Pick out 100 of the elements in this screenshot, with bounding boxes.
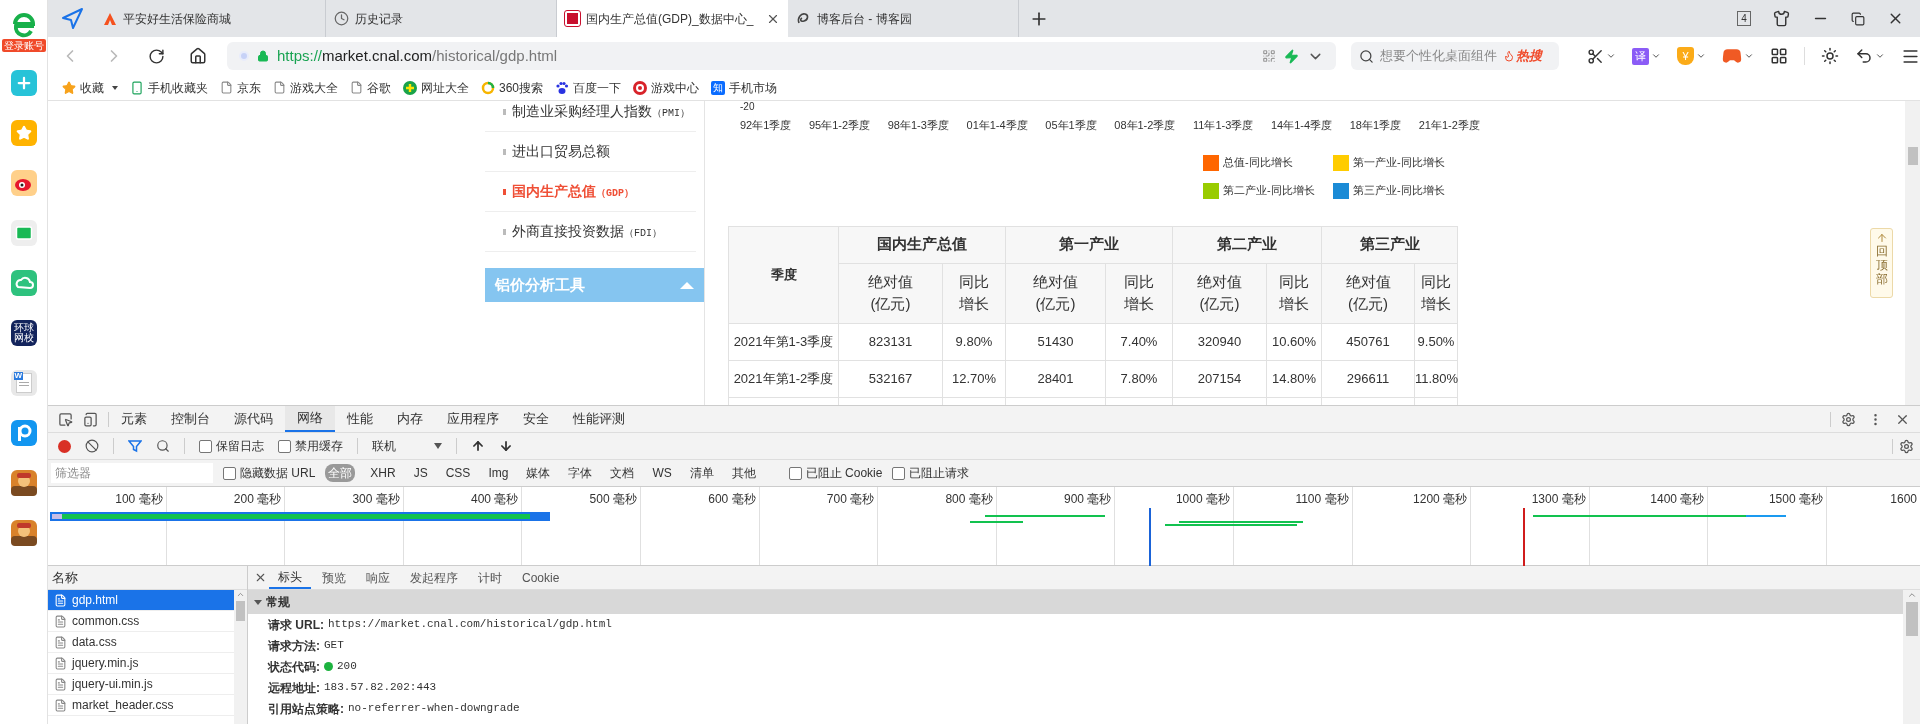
mail-icon[interactable] [10,220,37,246]
grid-icon[interactable] [1770,47,1788,65]
restore-icon[interactable] [1851,11,1865,26]
import-icon[interactable] [471,439,485,453]
settings-icon[interactable] [1841,411,1856,427]
detail-tab[interactable]: 响应 [357,566,399,589]
request-row[interactable]: jquery.min.js [48,653,234,674]
devtools-tab[interactable]: 源代码 [222,406,285,432]
detail-tab[interactable]: 发起程序 [401,566,467,589]
tab-count[interactable]: 4 [1737,11,1751,26]
clear-icon[interactable] [85,439,99,453]
login-label[interactable]: 登录账号 [1,39,46,52]
reload-icon[interactable] [148,47,165,65]
checkbox[interactable] [199,439,212,453]
type-filter[interactable]: Img [485,464,512,482]
devtools-tab[interactable]: 内存 [385,406,435,432]
devtools-tab[interactable]: 性能评测 [561,406,637,432]
devtools-tab[interactable]: 安全 [511,406,561,432]
scissors-icon[interactable] [1587,47,1604,65]
device-icon[interactable] [83,411,98,427]
filter-field[interactable]: 筛选器 [51,463,213,483]
detail-tab[interactable]: 计时 [469,566,511,589]
flame-icon [1503,50,1516,62]
back-to-top-button[interactable]: 回顶部 [1870,228,1893,298]
bookmark[interactable]: 游戏中心 [633,78,700,97]
type-filter[interactable]: WS [649,464,675,482]
qr-code-icon[interactable] [1262,49,1277,63]
request-row[interactable]: common.css [48,611,234,632]
scrollbar-thumb[interactable] [236,601,245,621]
request-row[interactable]: jquery-ui.min.js [48,674,234,695]
translate-button[interactable]: 译 [1632,47,1649,65]
brightness-icon[interactable] [1821,47,1839,65]
caret-icon[interactable] [1696,51,1706,61]
type-filter[interactable]: CSS [442,464,474,482]
nav-item[interactable]: 外商直接投资数据（FDI） [485,212,696,252]
navigation-icon[interactable] [59,6,84,31]
export-icon[interactable] [499,439,513,453]
eye-icon[interactable] [10,170,37,196]
checkbox[interactable] [278,439,291,453]
devtools-tab[interactable]: 网络 [285,406,335,432]
undo-icon[interactable] [1855,47,1873,65]
caret-icon[interactable] [1651,51,1661,61]
type-filter[interactable]: 清单 [686,464,717,482]
devtools-tab[interactable]: 元素 [109,406,159,432]
document-icon[interactable]: W [10,370,37,396]
nav-item[interactable]: 制造业采购经理人指数（PMI） [485,101,696,132]
gamepad-icon[interactable] [1722,46,1742,66]
shirt-icon[interactable] [1773,10,1790,27]
home-icon[interactable] [189,47,207,65]
caret-icon[interactable] [1606,51,1616,61]
devtools-tab[interactable]: 控制台 [159,406,222,432]
devtools-tab[interactable]: 性能 [335,406,385,432]
cloud-icon[interactable] [10,270,37,296]
type-filter[interactable]: XHR [367,464,399,482]
bookmark[interactable]: 网址大全 [403,78,469,97]
nav-item[interactable]: 进出口贸易总额 [485,132,696,172]
page-icon [220,81,233,94]
field-value: GET [324,638,344,654]
checkbox[interactable] [223,466,236,480]
inspect-icon[interactable] [58,411,73,427]
close-icon[interactable] [254,571,267,584]
scrollbar[interactable] [1905,101,1920,405]
detail-tab[interactable]: Cookie [513,566,569,589]
type-filter[interactable]: 媒体 [523,464,554,482]
request-row[interactable]: gdp.html [48,590,234,611]
scrollbar[interactable] [234,590,247,724]
filter-icon[interactable] [128,439,142,453]
record-button[interactable] [58,439,71,453]
request-row[interactable]: data.css [48,632,234,653]
bookmark[interactable]: 收藏 [62,78,118,97]
throttle-select[interactable]: 联机 [372,437,442,455]
app-icon[interactable] [10,420,37,446]
scrollbar[interactable] [1903,590,1920,724]
type-filter[interactable]: 其他 [728,464,759,482]
search-icon[interactable] [156,439,170,453]
scrollbar-thumb[interactable] [1907,147,1918,165]
address-field[interactable]: https://market.cnal.com/historical/gdp.html [227,42,1337,70]
bookmark[interactable]: 京东 [220,78,261,97]
caret-icon[interactable] [1875,51,1885,61]
type-filter[interactable]: 字体 [565,464,596,482]
scrollbar-thumb[interactable] [1905,602,1918,636]
type-filter[interactable]: 文档 [607,464,638,482]
caret-icon[interactable] [1744,51,1754,61]
request-row[interactable]: market_header.css [48,695,234,716]
bookmark[interactable]: 百度一下 [555,78,622,97]
bookmark[interactable]: 知 手机市场 [711,78,778,97]
nav-item[interactable]: 国内生产总值（GDP） [485,172,696,212]
bookmark[interactable]: 手机收藏夹 [130,78,208,97]
checkbox[interactable] [788,466,802,480]
checkbox[interactable] [892,466,906,480]
type-filter[interactable]: JS [410,464,431,482]
browser-tab[interactable]: 国内生产总值(GDP)_数据中心_ [557,0,788,37]
devtools-tab[interactable]: 应用程序 [435,406,511,432]
bookmark[interactable]: 游戏大全 [273,78,338,97]
section-header[interactable]: 常规 [248,590,1903,614]
detail-tab[interactable]: 预览 [313,566,355,589]
settings-icon[interactable] [1899,438,1914,454]
bookmark[interactable]: 360搜索 [481,78,544,97]
bookmark[interactable]: 谷歌 [350,78,391,97]
lightning-icon[interactable] [1284,48,1300,64]
